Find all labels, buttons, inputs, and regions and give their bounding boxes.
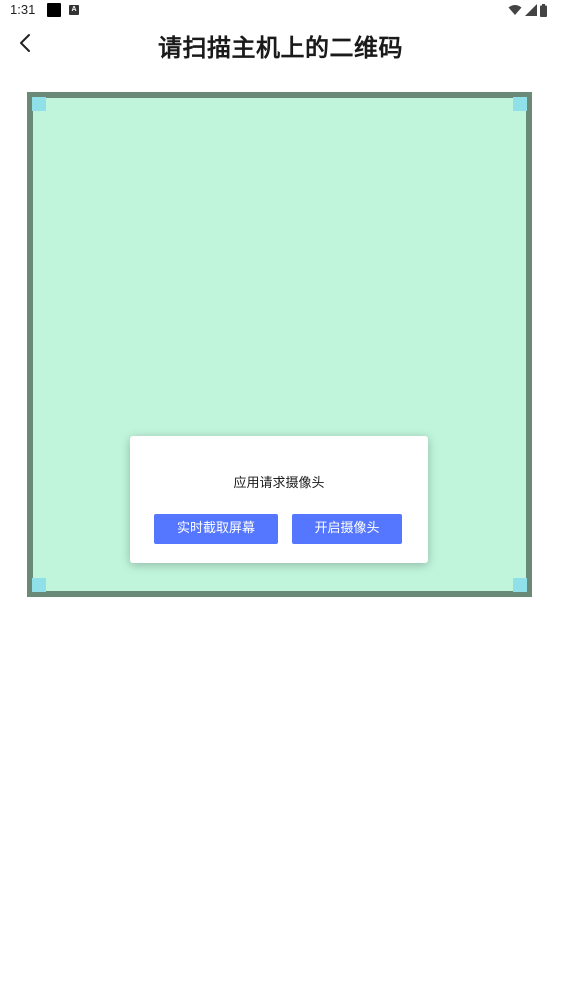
scanner-corner-top-right: [513, 97, 527, 111]
status-time: 1:31: [10, 2, 36, 17]
page-title: 请扫描主机上的二维码: [158, 34, 403, 62]
signal-icon: [525, 4, 537, 16]
a-badge-icon: A: [69, 5, 79, 15]
camera-permission-dialog: 应用请求摄像头 实时截取屏幕 开启摄像头: [130, 436, 428, 563]
black-square-icon: [47, 3, 61, 17]
scanner-corner-top-left: [32, 97, 46, 111]
scanner-corner-bottom-left: [32, 578, 46, 592]
scanner-corner-bottom-right: [513, 578, 527, 592]
dialog-message: 应用请求摄像头: [233, 476, 325, 491]
battery-icon: [540, 3, 547, 17]
status-icons: [508, 3, 547, 17]
wifi-icon: [508, 5, 522, 15]
capture-screen-button[interactable]: 实时截取屏幕: [154, 514, 278, 544]
header: 请扫描主机上的二维码: [0, 22, 561, 66]
open-camera-button[interactable]: 开启摄像头: [292, 514, 402, 544]
status-bar: 1:31 A: [0, 0, 561, 22]
